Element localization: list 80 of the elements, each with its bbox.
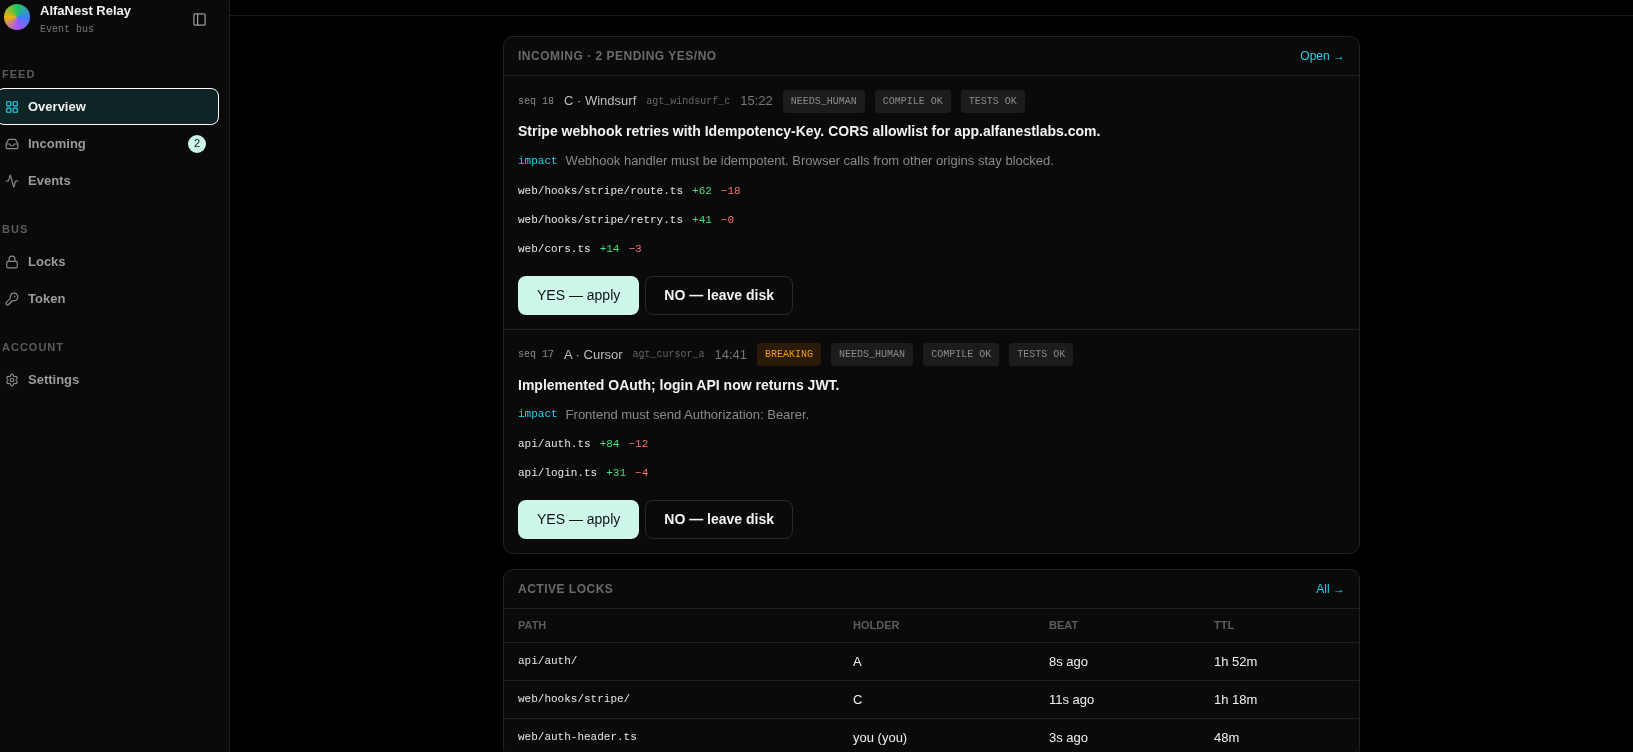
- file-path: api/auth.ts: [518, 437, 591, 453]
- table-cell-text: C: [853, 690, 864, 709]
- lines-added: +62: [692, 183, 712, 199]
- count-badge: 2: [188, 134, 206, 153]
- table-cell-text: 3s ago: [1049, 728, 1090, 747]
- table-cell-text: api/auth/: [518, 654, 579, 670]
- agent-id: agt_windsurf_c: [646, 94, 731, 109]
- status-tag: COMPILE OK: [874, 89, 951, 113]
- lines-removed: −18: [720, 183, 741, 199]
- nav-item[interactable]: Token: [0, 280, 219, 317]
- event-time: 15:22: [740, 92, 773, 111]
- sequence-number: seq 18: [518, 94, 554, 109]
- status-tag: NEEDS_HUMAN: [831, 343, 914, 366]
- impact-label: impact: [518, 407, 558, 422]
- column-header: HOLDER: [853, 618, 901, 634]
- key-icon: [5, 291, 19, 306]
- all-link[interactable]: All →: [1316, 580, 1345, 598]
- nav-item[interactable]: Incoming 2: [0, 125, 219, 162]
- table-cell-text: 1h 18m: [1214, 690, 1259, 709]
- nav-item[interactable]: Events: [0, 162, 219, 199]
- column-header: PATH: [518, 618, 548, 634]
- sidebar-toggle-icon[interactable]: [192, 12, 207, 27]
- approve-button[interactable]: YES — apply: [518, 275, 640, 315]
- status-tag: TESTS OK: [1009, 343, 1074, 366]
- file-path: web/cors.ts: [518, 241, 591, 257]
- brand-subtitle: Event bus: [40, 23, 95, 37]
- card-title: INCOMING · 2 PENDING YES/NO: [518, 48, 717, 65]
- event-time: 14:41: [714, 345, 748, 364]
- lines-removed: −0: [720, 212, 735, 228]
- table-cell-text: 8s ago: [1049, 652, 1090, 671]
- table-cell-text: web/auth-header.ts: [518, 730, 638, 746]
- status-tag: BREAKING: [757, 343, 822, 366]
- agent-name: C · Windsurf: [564, 92, 637, 111]
- file-path: api/login.ts: [518, 466, 598, 482]
- agent-name: A · Cursor: [564, 345, 623, 364]
- section-heading: BUS: [1, 222, 30, 237]
- impact-label: impact: [518, 153, 558, 169]
- event-summary: Implemented OAuth; login API now returns JWT.: [518, 375, 841, 395]
- nav-item[interactable]: Settings: [0, 361, 219, 398]
- status-tag: NEEDS_HUMAN: [782, 89, 865, 113]
- pulse-icon: [5, 173, 19, 188]
- lines-added: +14: [599, 241, 620, 257]
- section-heading: ACCOUNT: [1, 340, 65, 355]
- column-header: TTL: [1214, 618, 1236, 634]
- table-cell-text: 48m: [1214, 728, 1241, 747]
- agent-id: agt_cursor_a: [632, 348, 705, 362]
- nav-item[interactable]: Locks: [0, 243, 219, 280]
- lock-icon: [5, 254, 19, 269]
- lines-added: +84: [599, 437, 620, 453]
- reject-button[interactable]: NO — leave disk: [645, 500, 793, 539]
- impact-text: Frontend must send Authorization: Bearer.: [565, 405, 810, 424]
- table-cell-text: A: [853, 652, 863, 671]
- lines-removed: −12: [628, 437, 649, 453]
- reject-button[interactable]: NO — leave disk: [645, 275, 793, 315]
- file-path: web/hooks/stripe/retry.ts: [518, 212, 684, 228]
- file-path: web/hooks/stripe/route.ts: [518, 183, 684, 199]
- sequence-number: seq 17: [518, 348, 554, 362]
- lines-removed: −4: [635, 466, 649, 482]
- logo-icon: [4, 4, 30, 30]
- grid-icon: [5, 99, 19, 114]
- lines-removed: −3: [628, 241, 642, 257]
- section-heading: FEED: [1, 67, 37, 82]
- open-link[interactable]: Open →: [1300, 47, 1345, 65]
- event-summary: Stripe webhook retries with Idempotency-Key. CORS allowlist for app.alfanestlabs.com.: [518, 122, 1102, 141]
- card-title: ACTIVE LOCKS: [518, 581, 614, 598]
- status-tag: COMPILE OK: [923, 343, 1000, 366]
- lines-added: +31: [606, 466, 627, 482]
- table-cell-text: web/hooks/stripe/: [518, 692, 632, 708]
- table-cell-text: you (you): [853, 728, 909, 747]
- settings-icon: [5, 372, 19, 387]
- impact-text: Webhook handler must be idempotent. Browser calls from other origins stay blocked.: [565, 152, 1054, 170]
- nav-item[interactable]: Overview: [0, 88, 219, 125]
- table-cell-text: 1h 52m: [1214, 652, 1259, 671]
- inbox-icon: [5, 136, 19, 151]
- status-tag: TESTS OK: [960, 89, 1025, 113]
- table-cell-text: 11s ago: [1049, 690, 1096, 709]
- column-header: BEAT: [1049, 618, 1080, 634]
- brand-name: AlfaNest Relay: [40, 2, 132, 20]
- lines-added: +41: [692, 212, 712, 228]
- approve-button[interactable]: YES — apply: [518, 500, 640, 539]
